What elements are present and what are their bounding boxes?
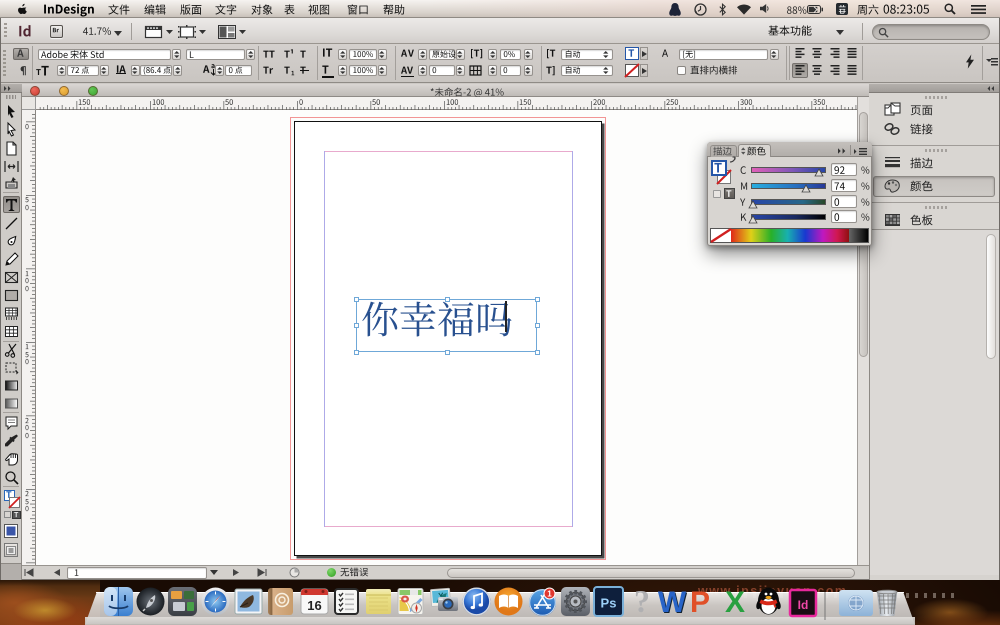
svg-text:P: P <box>690 586 710 619</box>
svg-text:W: W <box>658 586 687 619</box>
svg-text:1: 1 <box>547 590 552 599</box>
svg-text:?: ? <box>634 583 650 619</box>
svg-text:X: X <box>725 586 745 619</box>
svg-text:Ps: Ps <box>601 596 617 611</box>
svg-text:16: 16 <box>307 598 321 613</box>
svg-text:Id: Id <box>798 598 809 612</box>
